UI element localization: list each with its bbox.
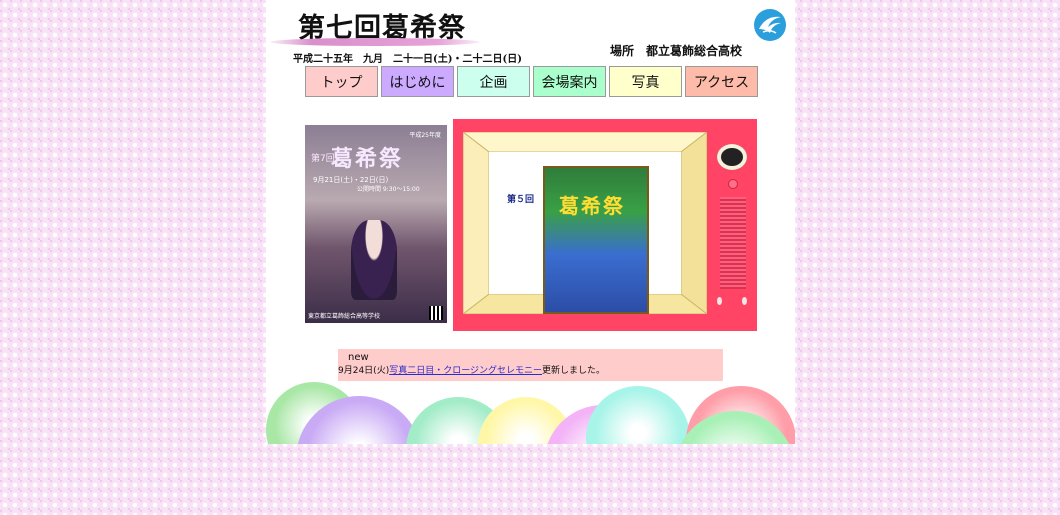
tv-dial-icon <box>717 144 747 170</box>
tv-speaker-grill <box>720 197 746 289</box>
nav-venue-guide[interactable]: 会場案内 <box>533 66 606 97</box>
tv-foot-right <box>742 297 747 305</box>
school-logo-icon <box>754 9 786 41</box>
news-link[interactable]: 写真二日目・クロージングセレモニー <box>389 366 542 376</box>
nav-events[interactable]: 企画 <box>457 66 530 97</box>
tv-screen: 第５回 葛希祭 <box>463 132 707 314</box>
title-underline-brush <box>270 38 480 46</box>
poster-year: 平成25年度 <box>409 132 441 139</box>
event-date: 平成二十五年 九月 二十一日(土)・二十二日(日) <box>293 54 522 65</box>
news-box: new 9月24日(火)写真二日目・クロージングセレモニー更新しました。 <box>338 349 723 381</box>
tv-foot-left <box>717 297 722 305</box>
decor-circle <box>586 386 690 444</box>
tv-button-icon <box>728 179 738 189</box>
event-venue: 場所 都立葛飾総合高校 <box>610 44 743 58</box>
qr-code-icon <box>429 306 443 320</box>
poster-school-name: 東京都立葛飾総合高等学校 <box>308 313 381 320</box>
news-suffix: 更新しました。 <box>542 366 606 376</box>
footer-decoration <box>266 380 795 444</box>
tv-frame: 第５回 葛希祭 <box>453 119 757 331</box>
nav-top[interactable]: トップ <box>305 66 378 97</box>
poster-hours: 公開時間 9:30～15:00 <box>357 186 420 193</box>
news-date: 9月24日(火) <box>338 366 390 376</box>
news-item: 9月24日(火)写真二日目・クロージングセレモニー更新しました。 <box>338 363 605 376</box>
tv-episode-label: 第５回 <box>507 195 535 205</box>
previous-festival-poster-image: 葛希祭 <box>543 166 649 314</box>
nav-access[interactable]: アクセス <box>685 66 758 97</box>
poster-character-illustration <box>351 220 397 300</box>
nav-photos[interactable]: 写真 <box>609 66 682 97</box>
news-heading: new <box>348 352 369 363</box>
poster-title: 葛希祭 <box>331 146 404 172</box>
page-container: 第七回葛希祭 平成二十五年 九月 二十一日(土)・二十二日(日) 場所 都立葛飾… <box>266 0 795 444</box>
tv-poster-title: 葛希祭 <box>559 194 625 218</box>
main-nav: トップ はじめに 企画 会場案内 写真 アクセス <box>305 66 758 97</box>
festival-poster-image: 平成25年度 第7回 葛希祭 9月21日(土)・22日(日) 公開時間 9:30… <box>305 125 447 323</box>
nav-intro[interactable]: はじめに <box>381 66 454 97</box>
